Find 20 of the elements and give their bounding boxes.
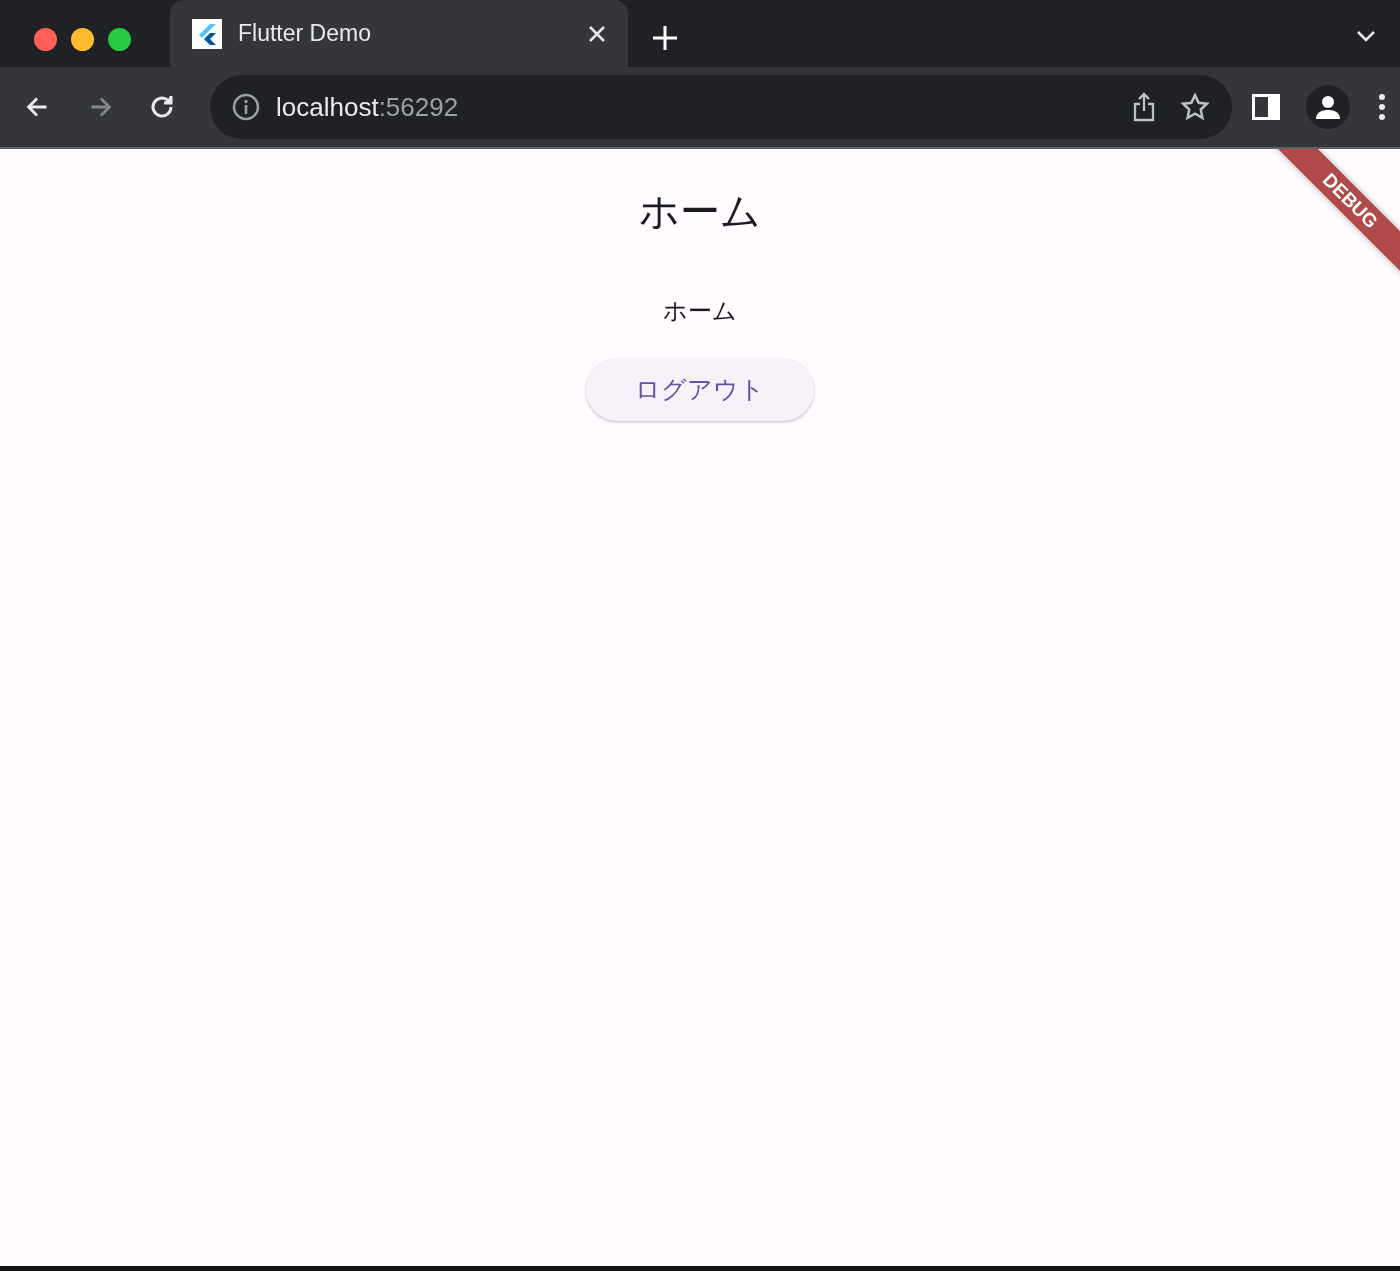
url-text: localhost:56292 [276,90,459,124]
close-icon[interactable] [588,24,606,43]
info-icon [232,93,260,121]
home-text: ホーム [663,296,737,326]
app-bar-title: ホーム [639,188,761,235]
menu-icon[interactable] [1378,93,1386,121]
window-control-icon[interactable] [34,27,57,51]
address-bar[interactable]: localhost:56292 [210,75,1232,139]
tab-title: Flutter Demo [238,19,372,49]
side-panel-icon[interactable] [1252,94,1280,120]
chevron-down-icon[interactable] [1356,29,1376,43]
window-control-icon[interactable] [71,27,94,51]
star-icon[interactable] [1180,92,1210,122]
app-logo-icon [192,18,222,49]
new-tab-icon[interactable] [652,25,678,51]
browser-tab[interactable]: Flutter Demo [170,0,628,67]
window-control-icon[interactable] [108,27,131,51]
logout-button[interactable]: ログアウト [586,359,814,421]
profile-avatar-icon[interactable] [1306,85,1350,129]
share-icon[interactable] [1132,92,1156,122]
